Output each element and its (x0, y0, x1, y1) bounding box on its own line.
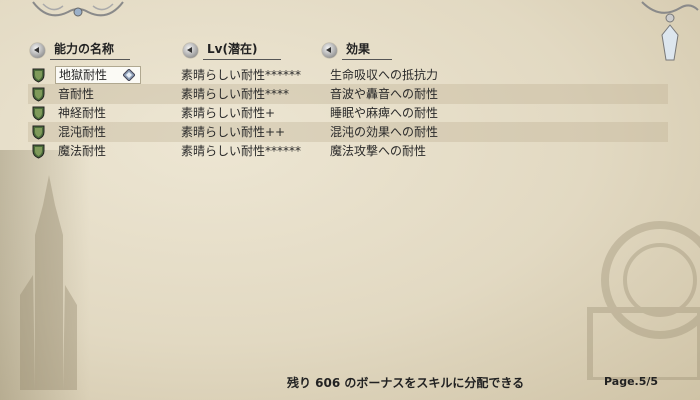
skill-row[interactable]: 音耐性 素晴らしい耐性**** 音波や轟音への耐性 (28, 84, 668, 104)
bonus-remaining-message: 残り 606 のボーナスをスキルに分配できる (287, 376, 525, 390)
skill-level: 素晴らしい耐性++ (181, 125, 286, 139)
shield-icon (32, 87, 45, 102)
shield-icon (32, 106, 45, 121)
column-header-level-label: Lv(潜在) (203, 40, 281, 60)
skill-effect: 睡眠や麻痺への耐性 (330, 106, 439, 120)
skill-name: 魔法耐性 (58, 144, 107, 158)
column-header-name-label: 能力の名称 (50, 40, 130, 60)
crystal-ornament-icon (641, 1, 699, 61)
skill-name: 音耐性 (58, 87, 95, 101)
castle-silhouette-icon (20, 175, 77, 390)
skill-row[interactable]: 神経耐性 素晴らしい耐性+ 睡眠や麻痺への耐性 (28, 103, 668, 123)
skill-level: 素晴らしい耐性****** (181, 68, 302, 82)
sort-arrow-icon[interactable] (322, 42, 337, 58)
skill-row[interactable]: 混沌耐性 素晴らしい耐性++ 混沌の効果への耐性 (28, 122, 668, 142)
page-indicator: Page.5/5 (604, 375, 659, 388)
sort-arrow-icon[interactable] (30, 42, 45, 58)
skill-window: 能力の名称 Lv(潜在) 効果 地獄耐性 素晴らしい耐性****** 生命吸収へ… (0, 0, 700, 400)
diamond-cursor-icon (123, 69, 135, 81)
skill-name: 神経耐性 (58, 106, 107, 120)
emblem-watermark-icon (587, 221, 700, 380)
shield-icon (32, 68, 45, 83)
skill-row[interactable]: 地獄耐性 素晴らしい耐性****** 生命吸収への抵抗力 (28, 65, 668, 85)
shield-icon (32, 144, 45, 159)
column-header-level[interactable]: Lv(潜在) (183, 40, 281, 60)
skill-level: 素晴らしい耐性+ (181, 106, 276, 120)
skill-level: 素晴らしい耐性**** (181, 87, 290, 101)
sort-arrow-icon[interactable] (183, 42, 198, 58)
top-ornament-icon (32, 1, 124, 17)
skill-effect: 音波や轟音への耐性 (330, 87, 439, 101)
column-header-effect-label: 効果 (342, 40, 392, 60)
shield-icon (32, 125, 45, 140)
skill-effect: 混沌の効果への耐性 (330, 125, 439, 139)
skill-effect: 魔法攻撃への耐性 (330, 144, 427, 158)
skill-level: 素晴らしい耐性****** (181, 144, 302, 158)
skill-name: 混沌耐性 (58, 125, 107, 139)
skill-row[interactable]: 魔法耐性 素晴らしい耐性****** 魔法攻撃への耐性 (28, 141, 668, 161)
column-header-effect[interactable]: 効果 (322, 40, 392, 60)
skill-effect: 生命吸収への抵抗力 (330, 68, 439, 82)
column-header-name[interactable]: 能力の名称 (30, 40, 130, 60)
